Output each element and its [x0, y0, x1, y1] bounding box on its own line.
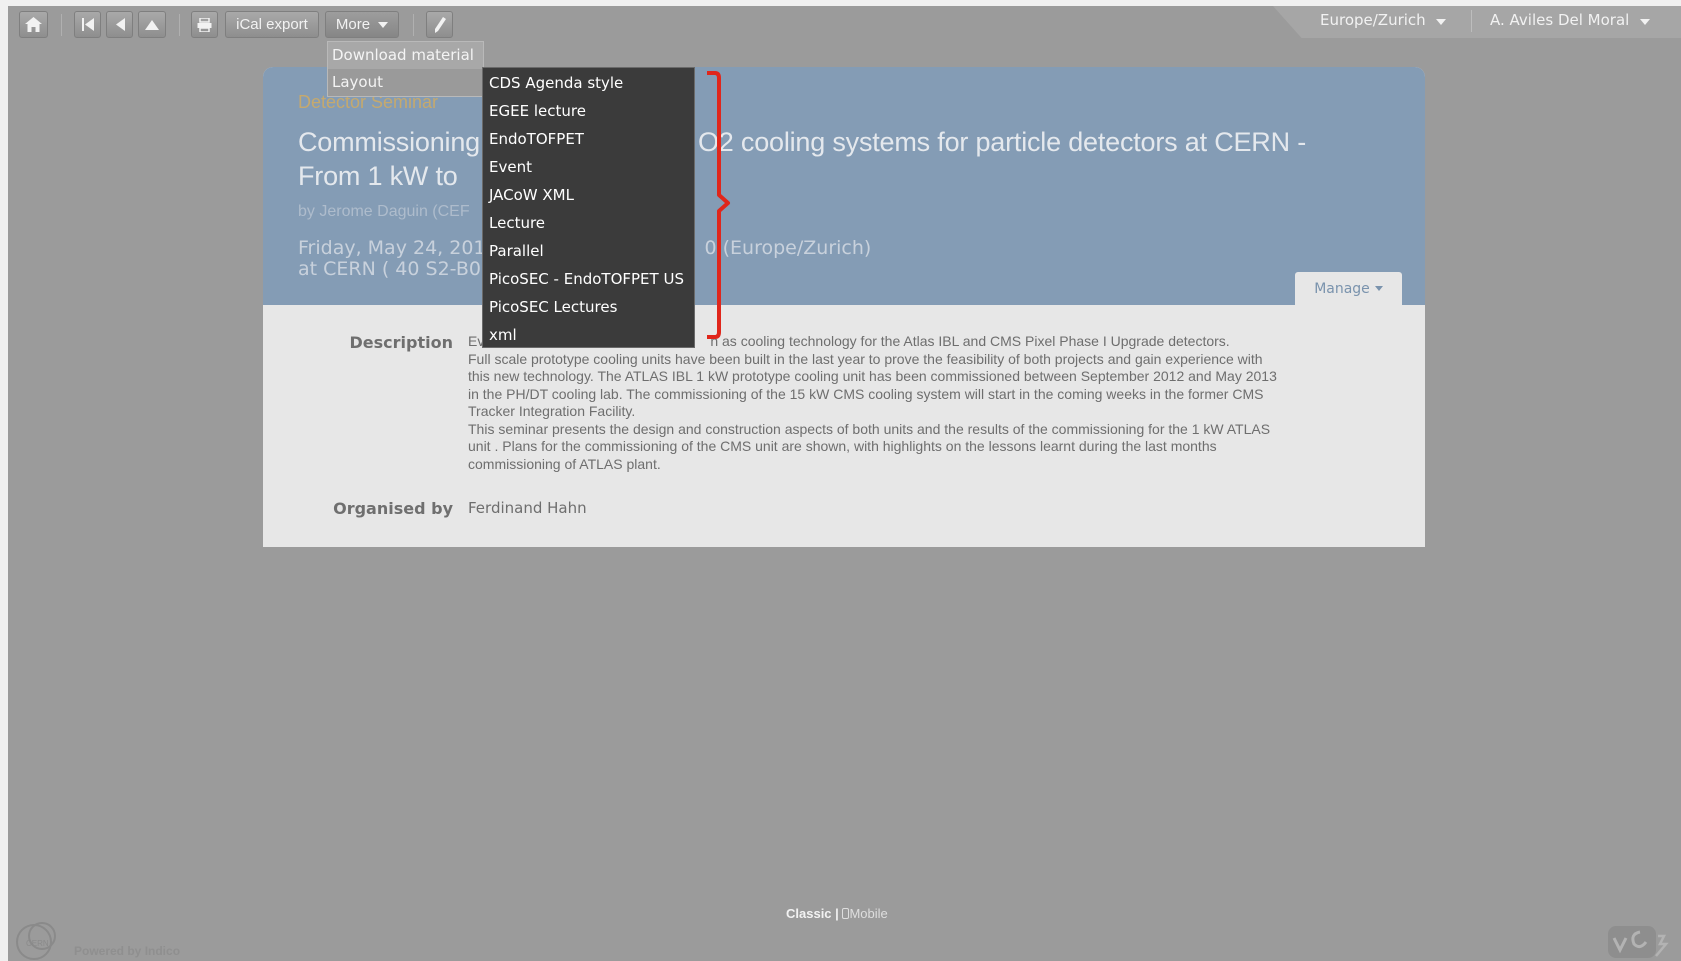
event-speaker: by Jerome Daguin (CEF: [298, 203, 470, 220]
ical-export-label: iCal export: [236, 16, 308, 33]
top-right-divider: [1471, 10, 1472, 32]
timezone-label: Europe/Zurich: [1320, 11, 1426, 29]
edit-button[interactable]: [426, 11, 453, 38]
first-button[interactable]: [74, 11, 101, 38]
event-title: Commissioning O2 cooling systems for part…: [298, 125, 1378, 193]
menu-item-layout[interactable]: Layout: [328, 69, 483, 96]
svg-text:CERN: CERN: [26, 939, 49, 948]
event-card: Detector Seminar Commissioning O2 cooling…: [263, 67, 1425, 547]
event-title-part: From 1 kW to: [298, 161, 458, 191]
previous-icon: [115, 18, 125, 31]
up-icon: [145, 19, 159, 30]
footer-links: Classic | Mobile: [786, 906, 888, 921]
layout-option[interactable]: JACoW XML: [483, 182, 694, 210]
description-line: this new technology. The ATLAS IBL 1 kW …: [468, 368, 1277, 384]
powered-by-indico[interactable]: Powered by Indico: [74, 944, 180, 958]
manage-button[interactable]: Manage: [1295, 272, 1402, 305]
toolbar-divider: [413, 14, 414, 36]
toolbar-divider: [61, 14, 62, 36]
chevron-down-icon: [378, 21, 389, 28]
menu-item-download-material[interactable]: Download material: [328, 42, 483, 69]
more-button[interactable]: More: [325, 11, 399, 38]
user-name: A. Aviles Del Moral: [1490, 11, 1630, 29]
pencil-icon: [434, 16, 446, 33]
layout-option[interactable]: Lecture: [483, 210, 694, 238]
browser-extension-icon: [1608, 926, 1669, 958]
description-line: Full scale prototype cooling units have …: [468, 350, 1263, 367]
footer-separator: |: [835, 906, 839, 921]
ical-export-button[interactable]: iCal export: [225, 11, 319, 38]
layout-option[interactable]: PicoSEC - EndoTOFPET US: [483, 266, 694, 294]
home-button[interactable]: [19, 11, 48, 38]
layout-submenu: CDS Agenda style EGEE lecture EndoTOFPET…: [482, 67, 695, 348]
layout-option[interactable]: EGEE lecture: [483, 98, 694, 126]
toolbar-divider: [179, 14, 180, 36]
description-label: Description: [349, 333, 453, 352]
more-menu: Download material Layout: [327, 41, 484, 97]
layout-option[interactable]: Parallel: [483, 238, 694, 266]
chevron-down-icon: [1640, 19, 1651, 25]
description-line: unit . Plans for the commissioning of th…: [468, 438, 1217, 454]
event-title-part: O2 cooling systems for particle detector…: [697, 127, 1306, 157]
event-date: Friday, May 24, 201: [298, 237, 486, 259]
layout-option[interactable]: PicoSEC Lectures: [483, 294, 694, 322]
layout-option[interactable]: CDS Agenda style: [483, 70, 694, 98]
event-title-part: Commissioning: [298, 127, 480, 157]
user-menu[interactable]: A. Aviles Del Moral: [1490, 11, 1651, 29]
event-description: Ev n as cooling technology for the Atlas …: [468, 333, 1368, 473]
description-line: This seminar presents the design and con…: [468, 420, 1271, 437]
cern-logo: CERN: [16, 922, 56, 960]
classic-link[interactable]: Classic: [786, 906, 832, 921]
print-button[interactable]: [191, 11, 218, 38]
organiser-name: Ferdinand Hahn: [468, 499, 587, 517]
event-location: at CERN ( 40 S2-B0: [298, 258, 481, 280]
timezone-selector[interactable]: Europe/Zurich: [1320, 11, 1447, 29]
description-line: Tracker Integration Facility.: [468, 403, 636, 419]
layout-option[interactable]: EndoTOFPET: [483, 126, 694, 154]
chevron-down-icon: [1374, 286, 1383, 291]
organised-by-label: Organised by: [333, 499, 453, 518]
mobile-link[interactable]: Mobile: [842, 906, 888, 921]
annotation-bracket: [707, 71, 730, 339]
home-icon: [25, 17, 42, 32]
print-icon: [197, 17, 212, 32]
event-header: Detector Seminar Commissioning O2 cooling…: [263, 67, 1425, 305]
description-line: commissioning of ATLAS plant.: [468, 455, 661, 472]
up-button[interactable]: [138, 11, 166, 38]
manage-label: Manage: [1314, 280, 1370, 297]
more-label: More: [335, 16, 371, 33]
chevron-down-icon: [1436, 19, 1447, 25]
previous-button[interactable]: [106, 11, 133, 38]
skip-first-icon: [81, 18, 94, 31]
layout-option[interactable]: Event: [483, 154, 694, 182]
layout-option[interactable]: xml: [483, 322, 694, 350]
description-line: in the PH/DT cooling lab. The commission…: [468, 385, 1264, 402]
